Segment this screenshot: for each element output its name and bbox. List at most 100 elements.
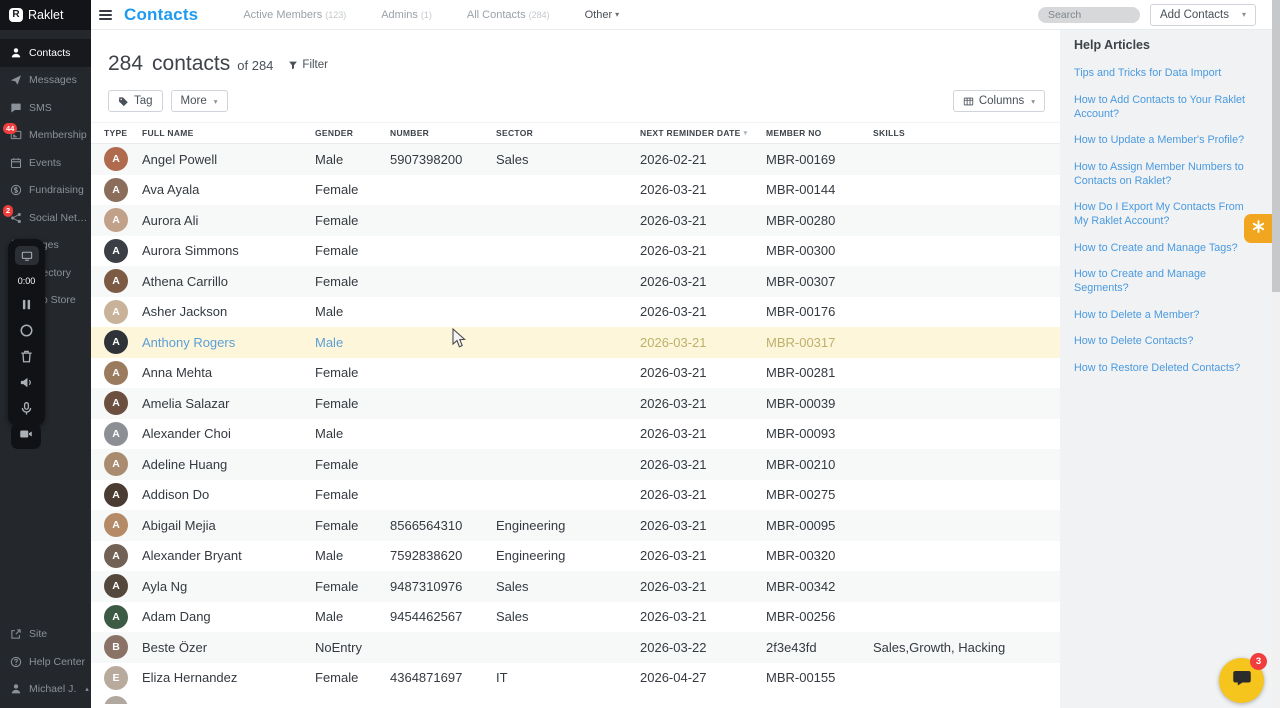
more-button[interactable]: More ▾ [170,90,228,112]
mic-icon[interactable] [19,401,34,416]
table-row[interactable]: A Alexander Choi Male 2026-03-21 MBR-000… [91,419,1060,450]
screen-recorder-widget: 0:00 [8,239,45,426]
contact-name-link[interactable]: Amelia Salazar [142,396,315,411]
column-header[interactable]: NUMBER [390,128,496,138]
help-article-link[interactable]: How to Create and Manage Segments? [1074,267,1258,295]
help-article-link[interactable]: How Do I Export My Contacts From My Rakl… [1074,200,1258,228]
help-article-link[interactable]: How to Update a Member's Profile? [1074,133,1258,147]
help-article-link[interactable]: How to Restore Deleted Contacts? [1074,361,1258,375]
feedback-widget-tab[interactable] [1244,214,1272,243]
help-article-link[interactable]: Tips and Tricks for Data Import [1074,66,1258,80]
add-contacts-button[interactable]: Add Contacts ▾ [1149,3,1256,26]
menu-toggle-icon[interactable] [99,9,112,20]
record-icon[interactable] [19,323,34,338]
column-header[interactable]: MEMBER NO [766,128,873,138]
table-row[interactable]: A Anthony Rogers Male 2026-03-21 MBR-003… [91,327,1060,358]
sidebar-bottom-item[interactable]: Michael J. ▴ [0,676,91,704]
sidebar-bottom-item[interactable]: Help Center [0,648,91,676]
sidebar-item[interactable]: 44 Membership [0,122,91,150]
camera-widget[interactable] [11,424,41,449]
table-row[interactable]: A Aurora Simmons Female 2026-03-21 MBR-0… [91,236,1060,267]
avatar: B [104,635,128,660]
contact-name-link[interactable]: Addison Do [142,487,315,502]
column-header[interactable]: FULL NAME [142,128,315,138]
column-header[interactable]: GENDER [315,128,390,138]
help-article-link[interactable]: How to Create and Manage Tags? [1074,241,1258,255]
contact-name-link[interactable]: Athena Carrillo [142,274,315,289]
table-row[interactable]: A Aurora Ali Female 2026-03-21 MBR-00280 [91,205,1060,236]
sidebar-item[interactable]: SMS [0,94,91,122]
table-row[interactable]: A Asher Jackson Male 2026-03-21 MBR-0017… [91,297,1060,328]
contact-name-link[interactable]: Aurora Ali [142,213,315,228]
top-nav-link[interactable]: Other ▾ [585,9,620,21]
sidebar-item[interactable]: Fundraising [0,177,91,205]
member-no-cell: MBR-00095 [766,517,836,533]
help-article-link[interactable]: How to Delete a Member? [1074,308,1258,322]
sidebar-item-label: Fundraising [29,184,84,197]
sidebar-item-label: Contacts [29,46,71,59]
table-row[interactable]: A Ayla Ng Female 9487310976 Sales 2026-0… [91,571,1060,602]
table-row[interactable]: A Alexander Bryant Male 7592838620 Engin… [91,541,1060,572]
table-row[interactable]: A Anna Mehta Female 2026-03-21 MBR-00281 [91,358,1060,389]
contact-name-link[interactable]: Abigail Mejia [142,518,315,533]
table-row[interactable]: A Angel Powell Male 5907398200 Sales 202… [91,144,1060,175]
table-row[interactable]: A Addison Do Female 2026-03-21 MBR-00275 [91,480,1060,511]
contacts-count-label: contacts [152,52,231,75]
column-header[interactable]: SECTOR [496,128,640,138]
top-nav-link[interactable]: Admins (1) [381,9,441,21]
sidebar-item[interactable]: Contacts [0,39,91,67]
table-row[interactable]: A Amelia Salazar Female 2026-03-21 MBR-0… [91,388,1060,419]
sidebar-item[interactable]: 2 Social Netw... [0,204,91,232]
contact-name-link[interactable]: Asher Jackson [142,304,315,319]
table-row[interactable]: A Abigail Mejia Female 8566564310 Engine… [91,510,1060,541]
chat-launcher-button[interactable]: 3 [1219,653,1267,703]
column-header-label: NUMBER [390,128,430,138]
avatar [104,696,128,704]
speaker-icon[interactable] [19,375,34,390]
filter-button[interactable]: Filter [288,59,328,71]
table-row[interactable]: A Adam Dang Male 9454462567 Sales 2026-0… [91,602,1060,633]
brand-logo[interactable]: R Raklet [0,0,91,30]
contact-name-link[interactable]: Alexander Choi [142,426,315,441]
reminder-date-cell: 2026-03-21 [640,517,707,533]
table-row[interactable]: B Beste Özer NoEntry 2026-03-22 2f3e43fd… [91,632,1060,663]
table-header-row: TYPE FULL NAME GENDER NUMBER SECTOR NEXT… [91,122,1060,144]
column-header[interactable]: TYPE [104,128,142,138]
help-article-link[interactable]: How to Delete Contacts? [1074,334,1258,348]
toolbar: Tag More ▾ Columns ▾ [91,76,1060,122]
table-row[interactable]: A Athena Carrillo Female 2026-03-21 MBR-… [91,266,1060,297]
chat-bubble-icon [1232,668,1252,693]
scrollbar-thumb[interactable] [1272,0,1280,292]
contact-name-link[interactable]: Ava Ayala [142,182,315,197]
trash-icon[interactable] [19,349,34,364]
contact-name-link[interactable]: Anthony Rogers [142,335,315,350]
contact-name-link[interactable]: Alexander Bryant [142,548,315,563]
sidebar-bottom-item[interactable]: Site [0,621,91,649]
column-header[interactable]: SKILLS [873,128,1060,138]
monitor-icon[interactable] [14,246,39,265]
gender-cell: Female [315,670,359,686]
reminder-date-cell: 2026-03-22 [640,639,707,655]
search-input[interactable] [1037,6,1140,23]
top-nav-link[interactable]: Active Members (123) [243,9,355,21]
contact-name-link[interactable]: Anna Mehta [142,365,315,380]
help-article-link[interactable]: How to Assign Member Numbers to Contacts… [1074,160,1258,188]
contact-name-link[interactable]: Eliza Hernandez [142,670,315,685]
contact-name-link[interactable]: Aurora Simmons [142,243,315,258]
help-article-link[interactable]: How to Add Contacts to Your Raklet Accou… [1074,93,1258,121]
sidebar-item[interactable]: Events [0,149,91,177]
table-row[interactable]: E Eliza Hernandez Female 4364871697 IT 2… [91,663,1060,694]
tag-button[interactable]: Tag [108,90,163,112]
pause-icon[interactable] [19,297,34,312]
contact-name-link[interactable]: Adam Dang [142,609,315,624]
column-header[interactable]: NEXT REMINDER DATE ▾ [640,128,766,138]
contact-name-link[interactable]: Ayla Ng [142,579,315,594]
contact-name-link[interactable]: Beste Özer [142,640,315,655]
contact-name-link[interactable]: Angel Powell [142,152,315,167]
top-nav-link[interactable]: All Contacts (284) [467,9,559,21]
contact-name-link[interactable]: Adeline Huang [142,457,315,472]
table-row[interactable]: A Ava Ayala Female 2026-03-21 MBR-00144 [91,175,1060,206]
sidebar-item[interactable]: Messages [0,67,91,95]
table-row[interactable]: A Adeline Huang Female 2026-03-21 MBR-00… [91,449,1060,480]
columns-button[interactable]: Columns ▾ [952,90,1045,112]
